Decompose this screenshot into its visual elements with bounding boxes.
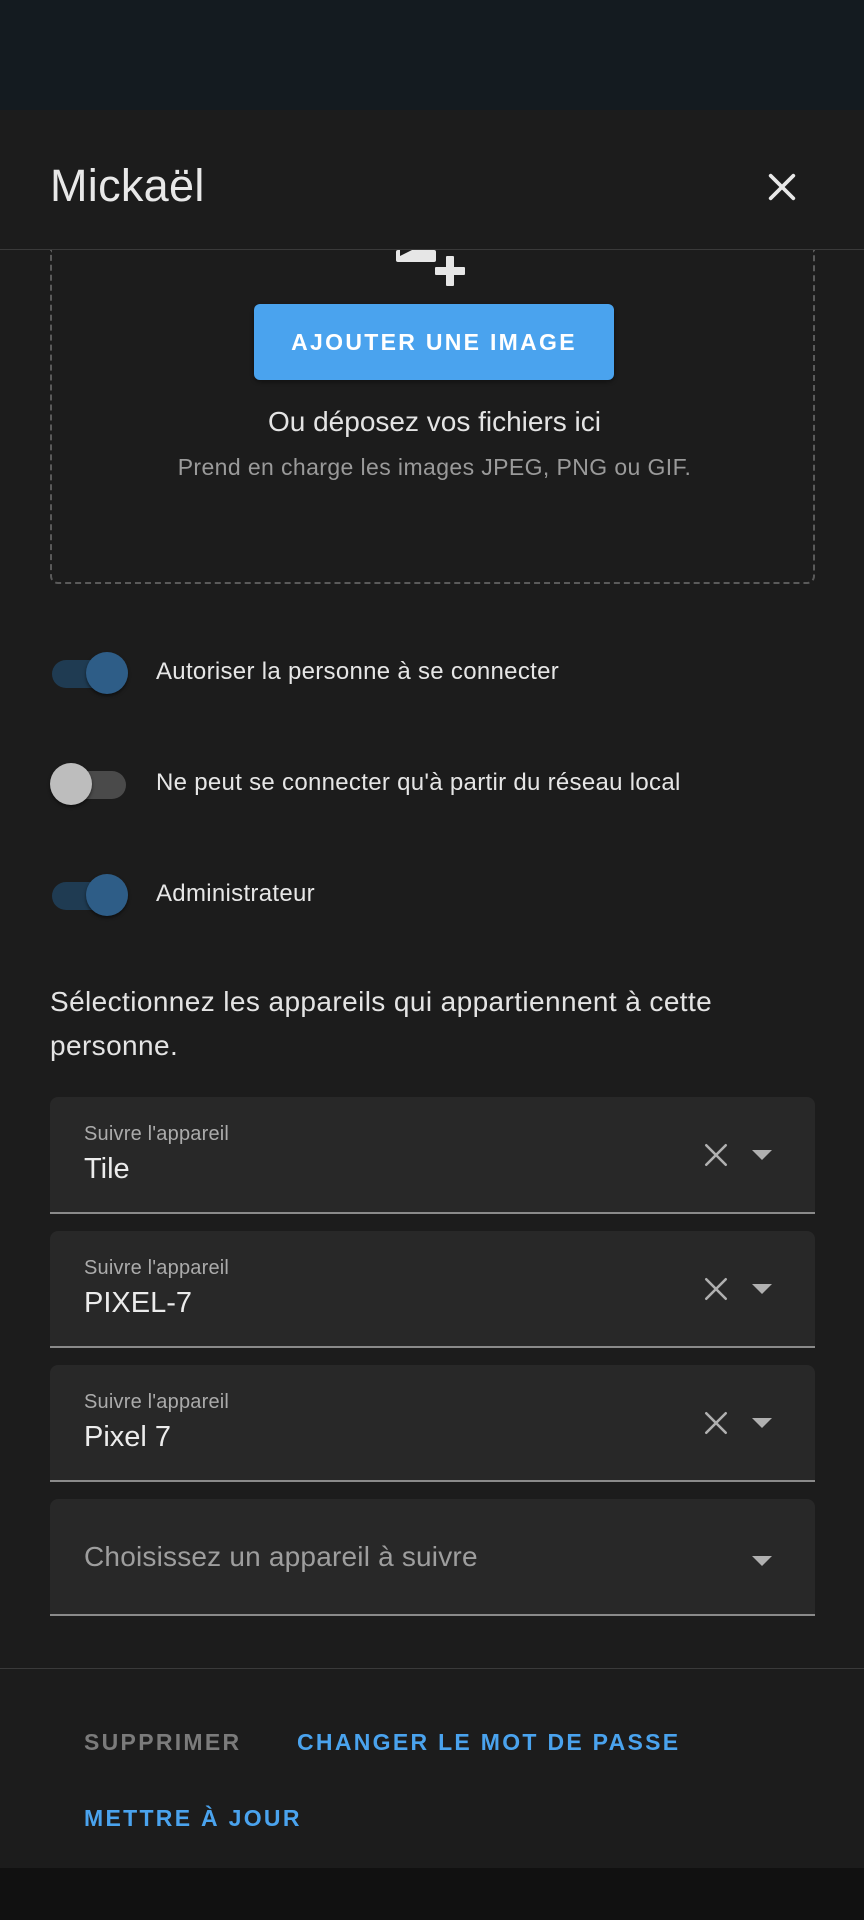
device-field-tile[interactable]: Suivre l'appareil Tile bbox=[50, 1097, 815, 1214]
add-device-placeholder: Choisissez un appareil à suivre bbox=[84, 1541, 478, 1572]
add-image-button[interactable]: AJOUTER UNE IMAGE bbox=[254, 304, 614, 380]
clear-device-button[interactable] bbox=[696, 1403, 736, 1443]
drop-hint: Prend en charge les images JPEG, PNG ou … bbox=[177, 454, 692, 480]
person-dialog: Mickaël AJOUTER UNE IMAGE Ou déposez vos… bbox=[0, 110, 864, 1868]
device-field-pixel-7-upper[interactable]: Suivre l'appareil PIXEL-7 bbox=[50, 1231, 815, 1348]
backdrop-top bbox=[0, 0, 864, 110]
switch-thumb bbox=[50, 763, 92, 805]
devices-description: Sélectionnez les appareils qui appartien… bbox=[50, 986, 713, 1061]
device-dropdown-button[interactable] bbox=[742, 1269, 782, 1309]
toggle-row-admin: Administrateur bbox=[50, 864, 820, 924]
device-field-label: Suivre l'appareil bbox=[84, 1391, 230, 1413]
close-icon bbox=[768, 173, 796, 201]
device-field-value: Tile bbox=[84, 1153, 130, 1185]
caret-down-icon bbox=[752, 1418, 772, 1428]
local-only-switch[interactable] bbox=[50, 761, 128, 805]
device-field-pixel-7[interactable]: Suivre l'appareil Pixel 7 bbox=[50, 1365, 815, 1482]
close-button[interactable] bbox=[750, 155, 814, 219]
allow-login-switch[interactable] bbox=[50, 650, 128, 694]
caret-down-icon bbox=[752, 1150, 772, 1160]
allow-login-label: Autoriser la personne à se connecter bbox=[156, 658, 560, 685]
device-field-value: PIXEL-7 bbox=[84, 1287, 192, 1319]
device-field-label: Suivre l'appareil bbox=[84, 1257, 230, 1279]
switch-thumb bbox=[86, 874, 128, 916]
add-device-field[interactable]: Choisissez un appareil à suivre bbox=[50, 1499, 815, 1616]
switch-thumb bbox=[86, 652, 128, 694]
caret-down-icon bbox=[752, 1284, 772, 1294]
device-dropdown-button[interactable] bbox=[742, 1135, 782, 1175]
dialog-title: Mickaël bbox=[50, 160, 205, 211]
change-password-button[interactable]: CHANGER LE MOT DE PASSE bbox=[297, 1729, 680, 1756]
close-icon bbox=[704, 1143, 728, 1167]
close-icon bbox=[704, 1277, 728, 1301]
delete-button[interactable]: SUPPRIMER bbox=[84, 1729, 241, 1756]
clear-device-button[interactable] bbox=[696, 1135, 736, 1175]
device-field-value: Pixel 7 bbox=[84, 1421, 172, 1453]
admin-switch[interactable] bbox=[50, 872, 128, 916]
local-only-label: Ne peut se connecter qu'à partir du rése… bbox=[156, 769, 681, 796]
add-photo-icon bbox=[396, 250, 465, 286]
update-button[interactable]: METTRE À JOUR bbox=[84, 1805, 302, 1832]
image-dropzone[interactable]: AJOUTER UNE IMAGE Ou déposez vos fichier… bbox=[50, 250, 815, 584]
clear-device-button[interactable] bbox=[696, 1269, 736, 1309]
toggle-row-local-only: Ne peut se connecter qu'à partir du rése… bbox=[50, 753, 820, 813]
drop-text: Ou déposez vos fichiers ici bbox=[267, 406, 602, 437]
device-dropdown-button[interactable] bbox=[742, 1403, 782, 1443]
device-field-label: Suivre l'appareil bbox=[84, 1123, 230, 1145]
close-icon bbox=[704, 1411, 728, 1435]
admin-label: Administrateur bbox=[156, 880, 315, 907]
device-dropdown-button[interactable] bbox=[742, 1541, 782, 1581]
dialog-header: Mickaël bbox=[0, 110, 864, 250]
backdrop-bottom bbox=[0, 1868, 864, 1920]
toggle-row-allow-login: Autoriser la personne à se connecter bbox=[50, 642, 820, 702]
caret-down-icon bbox=[752, 1556, 772, 1566]
dialog-footer: SUPPRIMER CHANGER LE MOT DE PASSE METTRE… bbox=[0, 1668, 864, 1868]
